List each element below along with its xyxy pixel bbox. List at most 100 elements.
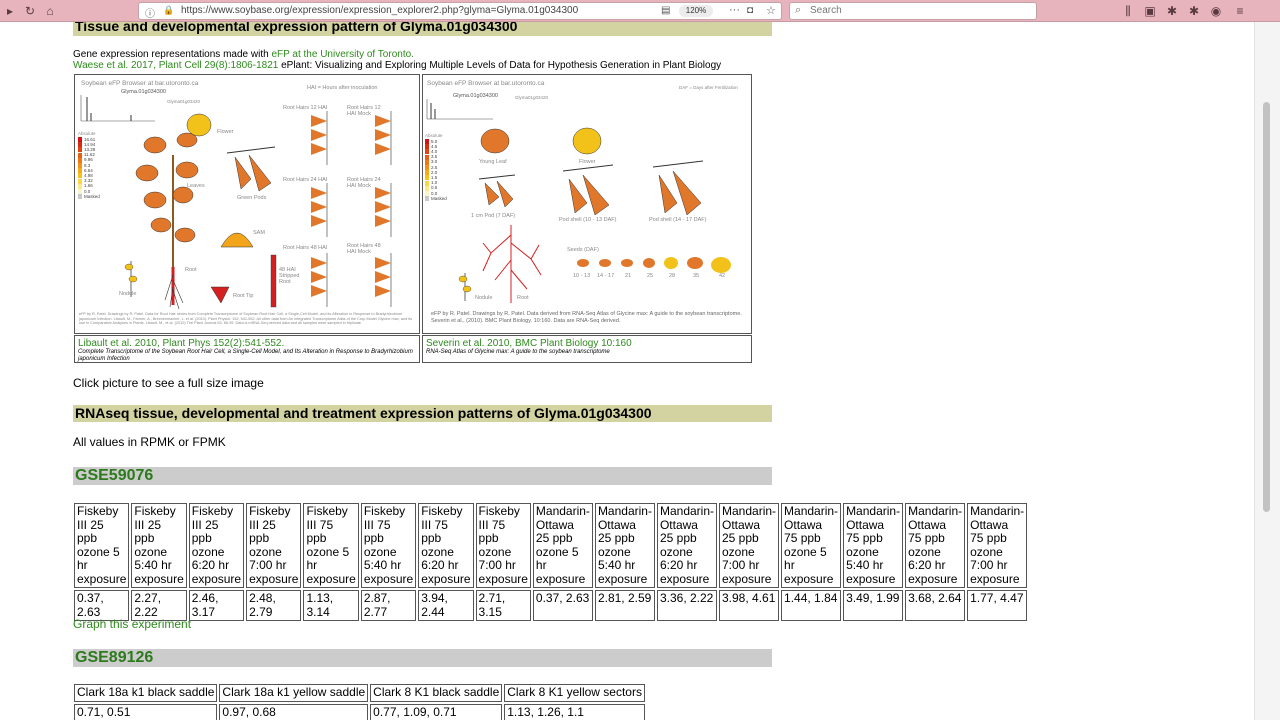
table-cell: 0.71, 0.51 — [74, 703, 218, 720]
rh48-label: Root Hairs 48 HAI — [283, 245, 328, 251]
seed-day: 28 — [669, 273, 676, 279]
bookmark-star-icon[interactable]: ☆ — [766, 4, 776, 17]
sam-label: SAM — [253, 230, 265, 236]
efp-link[interactable]: eFP at the University of Toronto. — [271, 49, 413, 60]
root-hair-drawings — [311, 111, 392, 307]
severin-caption: Severin et al. 2010, BMC Plant Biology 1… — [422, 335, 752, 363]
gse59076-heading[interactable]: GSE59076 — [73, 467, 772, 485]
table-cell: 1.13, 3.14 — [303, 590, 359, 621]
seeds-label: Seeds (DAF) — [567, 247, 599, 253]
reader-icon[interactable]: ▤ — [661, 5, 670, 16]
column-header: Fiskeby III 25 ppb ozone 5 hr exposure — [74, 503, 130, 588]
column-header: Fiskeby III 25 ppb ozone 7:00 hr exposur… — [246, 503, 302, 588]
sidebar-icon[interactable]: ▣ — [1142, 3, 1158, 19]
efp-credit-text: Gene expression representations made wit… — [73, 49, 272, 60]
search-placeholder: Search — [810, 5, 842, 16]
rnaseq-heading: RNAseq tissue, developmental and treatme… — [73, 405, 772, 422]
column-header: Mandarin-Ottawa 75 ppb ozone 7:00 hr exp… — [967, 503, 1028, 588]
graph-experiment-link[interactable]: Graph this experiment — [73, 617, 191, 631]
rh12-label: Root Hairs 12 HAI — [283, 105, 328, 111]
column-header: Mandarin-Ottawa 25 ppb ozone 5 hr exposu… — [532, 503, 593, 588]
url-text: https://www.soybase.org/expression/expre… — [181, 5, 579, 16]
column-header: Mandarin-Ottawa 25 ppb ozone 5:40 hr exp… — [594, 503, 655, 588]
column-header: Clark 18a k1 black saddle — [74, 684, 218, 702]
rh48m-label: Root Hairs 48 HAI Mock — [347, 243, 381, 255]
click-note: Click picture to see a full size image — [73, 376, 264, 390]
legend-value: Masked — [84, 193, 100, 199]
flower-label: Flower — [217, 129, 234, 135]
vertical-scrollbar[interactable] — [1254, 22, 1280, 720]
column-header: Fiskeby III 25 ppb ozone 5:40 hr exposur… — [131, 503, 187, 588]
efp-image-left[interactable]: Soybean eFP Browser at bar.utoronto.ca G… — [74, 74, 420, 334]
young-leaf-label: Young Leaf — [479, 159, 507, 165]
info-icon[interactable]: ⓘ — [145, 5, 155, 20]
efp-browser-label: Soybean eFP Browser at bar.utoronto.ca — [81, 80, 199, 87]
zoom-level[interactable]: 120% — [679, 5, 713, 17]
libault-link[interactable]: Libault et al. 2010, Plant Phys 152(2):5… — [78, 338, 416, 349]
table-header-row: Fiskeby III 25 ppb ozone 5 hr exposure Fi… — [74, 503, 1028, 588]
pod-drawing — [484, 182, 500, 206]
efp-gene-label-right: Glyma.01g034300 — [453, 93, 498, 99]
severin-link[interactable]: Severin et al. 2010, BMC Plant Biology 1… — [426, 338, 748, 349]
hai-note: HAI = Hours after inoculation — [307, 85, 378, 91]
column-header: Fiskeby III 75 ppb ozone 5:40 hr exposur… — [360, 503, 417, 588]
rh24-label: Root Hairs 24 HAI — [283, 177, 328, 183]
efp-gene-label: Glyma.01g034300 — [121, 89, 166, 95]
root-tip-drawing — [210, 286, 230, 304]
page-title: Tissue and developmental expression patt… — [73, 22, 772, 36]
library-icon[interactable]: ⫼ — [1120, 3, 1136, 19]
url-bar[interactable]: ⓘ 🔒 https://www.soybase.org/expression/e… — [138, 2, 782, 20]
green-pod-drawing — [234, 156, 252, 190]
home-icon[interactable]: ⌂ — [42, 3, 58, 19]
forward-icon[interactable]: ▸ — [2, 3, 18, 19]
pod-label: 1 cm Pod (7 DAF) — [471, 213, 516, 219]
libault-caption: Libault et al. 2010, Plant Phys 152(2):5… — [74, 335, 420, 363]
gse59076-table: Fiskeby III 25 ppb ozone 5 hr exposure Fi… — [72, 501, 1029, 623]
legend-value: Masked — [431, 195, 447, 201]
column-header: Mandarin-Ottawa 75 ppb ozone 5:40 hr exp… — [843, 503, 904, 588]
pocket-icon[interactable]: ◘ — [747, 5, 753, 16]
table-cell: 3.98, 4.61 — [719, 590, 780, 621]
pod-shell-drawing — [568, 178, 588, 214]
column-header: Fiskeby III 75 ppb ozone 5 hr exposure — [303, 503, 359, 588]
column-header: Mandarin-Ottawa 75 ppb ozone 5 hr exposu… — [781, 503, 842, 588]
extension-icon[interactable]: ✱ — [1164, 3, 1180, 19]
table-cell: 2.87, 2.77 — [360, 590, 417, 621]
seed-day: 35 — [693, 273, 700, 279]
menu-icon[interactable]: ≡ — [1232, 3, 1248, 19]
column-header: Mandarin-Ottawa 25 ppb ozone 7:00 hr exp… — [719, 503, 780, 588]
browser-toolbar: ▸ ↻ ⌂ ⓘ 🔒 https://www.soybase.org/expres… — [0, 0, 1280, 22]
efp-image-right[interactable]: Soybean eFP Browser at bar.utoronto.ca G… — [422, 74, 752, 334]
table-row: 0.37, 2.63 2.27, 2.22 2.46, 3.17 2.48, 2.79… — [74, 590, 1028, 621]
flower-drawing-right — [572, 127, 602, 155]
reload-icon[interactable]: ↻ — [22, 3, 38, 19]
seed-day: 14 - 17 — [597, 273, 615, 279]
legend-swatch — [78, 194, 82, 200]
scrollbar-thumb[interactable] — [1263, 102, 1270, 512]
waese-link[interactable]: Waese et al. 2017, Plant Cell 29(8):1806… — [73, 60, 278, 71]
severin-title: RNA-Seq Atlas of Glycine max: A guide to… — [426, 349, 610, 355]
sam-drawing — [220, 232, 254, 248]
mini-chart-icon-right — [426, 99, 493, 120]
seed-day: 10 - 13 — [573, 273, 591, 279]
search-bar[interactable]: ⌕ Search — [789, 2, 1037, 20]
column-header: Mandarin-Ottawa 25 ppb ozone 6:20 hr exp… — [656, 503, 717, 588]
rh12m-label: Root Hairs 12 HAI Mock — [347, 105, 381, 117]
table-cell: 2.81, 2.59 — [594, 590, 655, 621]
account-icon[interactable]: ◉ — [1208, 3, 1224, 19]
root-label-right: Root — [517, 295, 529, 301]
root-tip-label: Root Tip — [233, 293, 254, 299]
gse89126-heading[interactable]: GSE89126 — [73, 649, 772, 667]
more-icon[interactable]: ··· — [729, 4, 740, 16]
table-cell: 2.71, 3.15 — [475, 590, 531, 621]
units-note: All values in RPMK or FPMK — [73, 435, 226, 449]
seed-day: 21 — [625, 273, 632, 279]
column-header: Fiskeby III 75 ppb ozone 7:00 hr exposur… — [475, 503, 531, 588]
extension-icon-2[interactable]: ✱ — [1186, 3, 1202, 19]
table-cell: 0.97, 0.68 — [219, 703, 369, 720]
table-header-row: Clark 18a k1 black saddle Clark 18a k1 ye… — [74, 684, 645, 702]
stripped-root-drawing — [270, 254, 277, 308]
table-cell: 3.49, 1.99 — [843, 590, 904, 621]
table-cell: 0.77, 1.09, 0.71 — [370, 703, 503, 720]
pod-shell-drawing-2 — [658, 174, 678, 214]
